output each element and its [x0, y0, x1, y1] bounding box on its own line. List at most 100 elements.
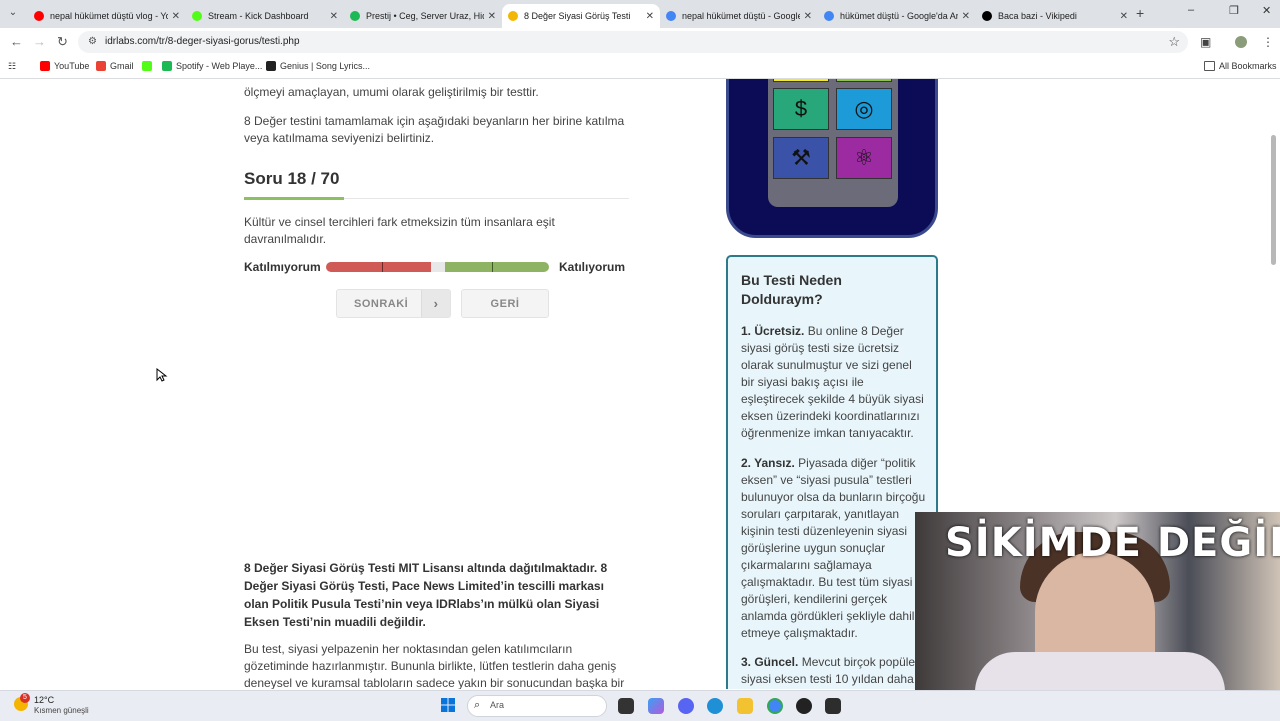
browser-tab[interactable]: Baca bazi - Vikipedi ✕: [976, 4, 1134, 28]
bookmark-star-icon[interactable]: ☆: [1168, 34, 1180, 50]
discord-icon[interactable]: [678, 698, 694, 714]
kick-icon: [192, 11, 202, 21]
scale-strongly-agree[interactable]: [493, 262, 549, 272]
address-bar[interactable]: ⚙ idrlabs.com/tr/8-deger-siyasi-gorus/te…: [78, 31, 1188, 53]
page-scrollbar-thumb[interactable]: [1271, 135, 1276, 265]
license-notice: 8 Değer Siyasi Görüş Testi MIT Lisansı a…: [244, 561, 608, 629]
tab-title: nepal hükümet düştü - Google: [682, 11, 800, 21]
tab-close-icon[interactable]: ✕: [804, 11, 812, 22]
intro-tail: ölçmeyi amaçlayan, umumi olarak geliştir…: [244, 85, 539, 99]
browser-tab[interactable]: Stream - Kick Dashboard ✕: [186, 4, 344, 28]
folder-icon: [1204, 61, 1215, 71]
chevron-right-icon: ›: [421, 290, 450, 317]
mouse-cursor-icon: [156, 368, 168, 382]
tab-title: hükümet düştü - Google'da Ara: [840, 11, 958, 21]
hammer-icon: ⚒: [773, 137, 829, 179]
dollar-icon: $: [773, 88, 829, 130]
bookmark-item[interactable]: Gmail: [96, 61, 134, 71]
bookmark-label: Spotify - Web Playe...: [176, 61, 263, 71]
scale-strongly-disagree[interactable]: [326, 262, 382, 272]
tab-close-icon[interactable]: ✕: [962, 11, 970, 22]
browser-tab[interactable]: Prestij • Ceg, Server Uraz, Hidra ✕: [344, 4, 502, 28]
tab-title: Stream - Kick Dashboard: [208, 11, 309, 21]
reload-icon[interactable]: ↻: [57, 34, 68, 50]
back-arrow-icon[interactable]: ←: [10, 34, 23, 49]
bookmark-item[interactable]: [142, 61, 156, 71]
bookmarks-bar: ☷ YouTube Gmail Spotify - Web Playe... Geni…: [0, 56, 1280, 79]
taskbar: 5 12°C Kısmen güneşli ⌕ Ara: [0, 690, 1280, 721]
webcam-shirt: [975, 652, 1225, 690]
app-icon[interactable]: [825, 698, 841, 714]
scale-agree[interactable]: [445, 262, 492, 272]
windows-start-icon[interactable]: [441, 698, 455, 712]
taskbar-search[interactable]: ⌕ Ara: [467, 695, 607, 717]
chrome-icon[interactable]: [767, 698, 783, 714]
youtube-icon: [34, 11, 44, 21]
all-bookmarks[interactable]: All Bookmarks: [1204, 61, 1277, 71]
restore-icon[interactable]: ❐: [1229, 4, 1239, 17]
browser-tab[interactable]: nepal hükümet düştü vlog - You ✕: [28, 4, 186, 28]
next-button[interactable]: SONRAKİ ›: [336, 289, 451, 318]
tile-yellow: [773, 79, 829, 82]
site-info-icon[interactable]: ⚙: [88, 36, 97, 47]
question-header: Soru 18 / 70: [244, 169, 340, 188]
profile-avatar[interactable]: [1235, 36, 1247, 48]
bookmark-label: Gmail: [110, 61, 134, 71]
bookmark-item[interactable]: Spotify - Web Playe...: [162, 61, 262, 71]
bookmark-item[interactable]: Genius | Song Lyrics...: [266, 61, 370, 71]
tab-close-icon[interactable]: ✕: [488, 11, 496, 22]
file-explorer-icon[interactable]: [737, 698, 753, 714]
window-close-icon[interactable]: ✕: [1262, 4, 1271, 17]
spotify-icon: [350, 11, 360, 21]
scale-neutral[interactable]: [431, 262, 445, 272]
tab-search-chevron-icon[interactable]: ⌄: [4, 4, 22, 22]
idrlabs-icon: [508, 11, 518, 21]
copilot-icon[interactable]: [648, 698, 664, 714]
tab-close-icon[interactable]: ✕: [646, 11, 654, 22]
browser-tab[interactable]: hükümet düştü - Google'da Ara ✕: [818, 4, 976, 28]
reason-current: 3. Güncel. Mevcut birçok popüler siyasi …: [741, 655, 920, 686]
atom-icon: ⚛: [836, 137, 892, 179]
test-badge-image: $ ◎ ⚒ ⚛: [726, 79, 938, 238]
browser-toolbar: ← → ↻ ⚙ idrlabs.com/tr/8-deger-siyasi-go…: [0, 28, 1280, 56]
apps-grid-icon[interactable]: ☷: [8, 61, 16, 72]
disagree-label: Katılmıyorum: [244, 260, 321, 274]
agreement-scale[interactable]: [326, 262, 549, 272]
scale-disagree[interactable]: [383, 262, 431, 272]
why-take-test-card: Bu Testi Neden Dolduraym? 1. Ücretsiz. B…: [726, 255, 938, 689]
reason-free: 1. Ücretsiz. Bu online 8 Değer siyasi gö…: [741, 324, 924, 440]
task-view-icon[interactable]: [618, 698, 634, 714]
tab-title: Prestij • Ceg, Server Uraz, Hidra: [366, 11, 484, 21]
bookmark-favicon-icon: [162, 61, 172, 71]
tab-strip: ⌄ nepal hükümet düştü vlog - You ✕ Stream …: [0, 0, 1280, 28]
tab-close-icon[interactable]: ✕: [330, 11, 338, 22]
edge-icon[interactable]: [707, 698, 723, 714]
back-button[interactable]: GERİ: [461, 289, 549, 318]
bookmark-favicon-icon: [142, 61, 152, 71]
reason-unbiased: 2. Yansız. Piyasada diğer “politik eksen…: [741, 456, 926, 640]
methodology-paragraph: Bu test, siyasi yelpazenin her noktasınd…: [244, 642, 625, 689]
obs-icon[interactable]: [796, 698, 812, 714]
forward-arrow-icon[interactable]: →: [33, 34, 46, 49]
badge-grid: $ ◎ ⚒ ⚛: [768, 79, 898, 207]
tab-close-icon[interactable]: ✕: [172, 11, 180, 22]
weather-temp: 12°C: [34, 695, 55, 705]
minimize-icon[interactable]: –: [1188, 4, 1194, 16]
tile-green: [836, 79, 892, 82]
webcam-overlay: SİKİMDE DEĞİL!: [915, 512, 1280, 690]
agree-label: Katılıyorum: [559, 260, 626, 274]
extensions-icon[interactable]: ▣: [1200, 35, 1211, 49]
question-text: Kültür ve cinsel tercihleri fark etmeksi…: [244, 215, 555, 246]
globe-icon: ◎: [836, 88, 892, 130]
question-divider-accent: [244, 197, 344, 200]
google-icon: [666, 11, 676, 21]
tab-close-icon[interactable]: ✕: [1120, 11, 1128, 22]
browser-tab[interactable]: 8 Değer Siyasi Görüş Testi ✕: [502, 4, 660, 28]
new-tab-plus-icon[interactable]: +: [1136, 5, 1144, 21]
bookmark-item[interactable]: YouTube: [40, 61, 89, 71]
menu-kebab-icon[interactable]: ⋮: [1262, 35, 1274, 49]
instructions: 8 Değer testini tamamlamak için aşağıdak…: [244, 114, 625, 145]
browser-tab[interactable]: nepal hükümet düştü - Google ✕: [660, 4, 818, 28]
google-icon: [824, 11, 834, 21]
tab-title: 8 Değer Siyasi Görüş Testi: [524, 11, 631, 21]
